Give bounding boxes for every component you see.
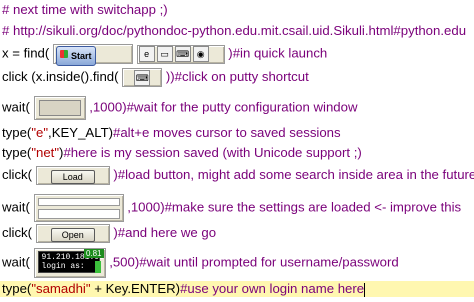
folder-icon: ▭ — [156, 46, 173, 63]
code-line-2[interactable]: # http://sikuli.org/doc/pythondoc-python… — [2, 23, 466, 39]
list-image — [37, 209, 120, 219]
string-literal: "net" — [31, 145, 60, 160]
code-line-8[interactable]: click( Load )#load button, might add som… — [2, 166, 474, 185]
comment-text: # http://sikuli.org/doc/pythondoc-python… — [2, 23, 467, 38]
comment-text: ,500)#wait until prompted for username/p… — [109, 254, 399, 270]
code-line-4[interactable]: click (x.inside().find( ⌨ ))#click on pu… — [2, 68, 309, 87]
similarity-badge: 0.81 — [83, 249, 104, 258]
cursor-block-image — [94, 261, 101, 273]
start-button-image: Start — [55, 46, 97, 66]
code-text: type( — [2, 145, 32, 160]
comment-text: #here is my session saved (with Unicode … — [63, 145, 362, 160]
screenshot-thumbnail-login-prompt[interactable]: 91.210.181.96 login as: 0.81 — [33, 248, 106, 278]
comment-text: )#load button, might add some search ins… — [113, 166, 474, 182]
code-text: + Key.ENTER) — [90, 281, 181, 296]
comment-text: ,1000)#make sure the settings are loaded… — [127, 199, 462, 215]
screenshot-thumbnail-load-button[interactable]: Load — [35, 166, 110, 185]
string-literal: "samadhi" — [31, 281, 91, 296]
screenshot-thumbnail-settings-loaded[interactable] — [33, 194, 124, 222]
code-text: x = find( — [2, 45, 50, 61]
text-field-image — [37, 198, 120, 206]
screenshot-thumbnail-start-button[interactable]: Start — [52, 44, 133, 66]
firefox-icon: ◉ — [192, 46, 209, 63]
script-editor[interactable]: # next time with switchapp ;) # http://s… — [0, 0, 474, 302]
code-text: wait( — [2, 254, 30, 270]
code-line-9[interactable]: wait( ,1000)#make sure the settings are … — [2, 194, 461, 222]
code-text: ,KEY_ALT) — [48, 125, 114, 140]
code-line-10[interactable]: click( Open )#and here we go — [2, 224, 216, 243]
comment-text: )#in quick launch — [228, 45, 328, 61]
code-text: wait( — [2, 99, 30, 115]
comment-text: ,1000)#wait for the putty configuration … — [89, 99, 358, 115]
screenshot-thumbnail-open-button[interactable]: Open — [35, 224, 110, 243]
open-button-image: Open — [50, 227, 95, 242]
load-button-image: Load — [50, 169, 95, 184]
code-line-11[interactable]: wait( 91.210.181.96 login as: 0.81 ,500)… — [2, 248, 399, 278]
screenshot-thumbnail-putty-config[interactable] — [33, 96, 86, 120]
code-text: type( — [2, 125, 32, 140]
text-caret — [364, 282, 366, 297]
comment-text: #alt+e moves cursor to saved sessions — [113, 125, 341, 140]
code-line-5[interactable]: wait( ,1000)#wait for the putty configur… — [2, 96, 358, 120]
code-text: type( — [2, 281, 32, 296]
string-literal: "e" — [31, 125, 49, 140]
screenshot-thumbnail-quicklaunch[interactable]: e ▭ ⌨ ◉ — [136, 44, 225, 64]
code-text: click (x.inside().find( — [2, 68, 119, 84]
window-icon — [38, 100, 81, 116]
code-line-12[interactable]: type("samadhi" + Key.ENTER)#use your own… — [0, 281, 474, 297]
code-text: click( — [2, 224, 33, 240]
screenshot-thumbnail-putty-shortcut[interactable]: ⌨ — [122, 68, 163, 87]
comment-text: )#and here we go — [113, 224, 217, 240]
code-line-1[interactable]: # next time with switchapp ;) — [2, 2, 168, 18]
putty-icon: ⌨ — [174, 46, 191, 63]
comment-text: # next time with switchapp ;) — [2, 2, 168, 17]
code-line-6[interactable]: type("e",KEY_ALT)#alt+e moves cursor to … — [2, 125, 341, 141]
putty-icon: ⌨ — [134, 69, 151, 86]
code-line-7[interactable]: type("net")#here is my session saved (wi… — [2, 145, 362, 161]
code-text: wait( — [2, 199, 30, 215]
comment-text: #use your own login name here — [180, 281, 365, 296]
explorer-icon: e — [138, 46, 155, 63]
code-line-3[interactable]: x = find( Start e ▭ ⌨ ◉ )#in quick launch — [2, 44, 328, 66]
code-text: click( — [2, 166, 33, 182]
comment-text: ))#click on putty shortcut — [165, 68, 309, 84]
